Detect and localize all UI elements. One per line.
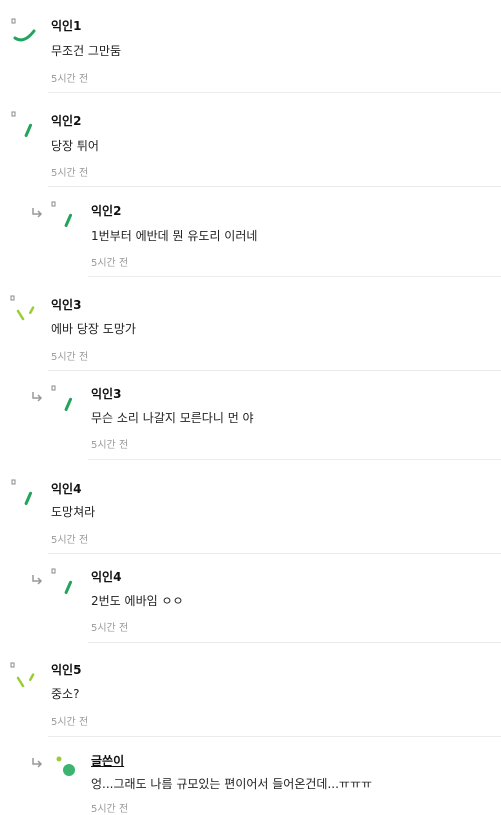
comment-author[interactable]: 익인1 [51,17,81,34]
avatar-icon [50,201,80,235]
comment-text: 중소? [51,687,80,701]
comment-text: 도망쳐라 [51,505,96,519]
comment-author[interactable]: 익인4 [91,568,121,585]
reply-item: 익인2 1번부터 에반데 뭔 유도리 이러네 5시간 전 [0,187,501,277]
comment-item: 익인4 도망쳐라 5시간 전 [0,461,501,554]
reply-arrow-icon [31,387,43,402]
divider [88,642,501,643]
avatar-icon [50,751,80,785]
comment-time: 5시간 전 [51,717,89,728]
comment-time: 5시간 전 [51,168,89,179]
divider [88,459,501,460]
comment-text: 에바 당장 도망가 [51,322,136,336]
comment-text: 당장 튀어 [51,139,99,153]
comment-text: 무슨 소리 나갈지 모른다니 먼 야 [91,411,254,425]
comment-time: 5시간 전 [91,623,129,634]
avatar-icon [8,295,38,329]
comment-author[interactable]: 익인3 [91,385,121,402]
reply-item: 익인4 2번도 에바임 ㅇㅇ 5시간 전 [0,554,501,644]
reply-arrow-icon [31,753,43,768]
avatar-icon [50,385,80,419]
avatar-icon [10,111,40,145]
comment-time: 5시간 전 [91,440,129,451]
comment-author[interactable]: 익인2 [91,202,121,219]
avatar-icon [10,18,40,52]
comment-text: 2번도 에바임 ㅇㅇ [91,594,184,608]
comment-item: 익인5 중소? 5시간 전 [0,644,501,737]
comment-text: 무조건 그만둠 [51,44,122,58]
comment-author[interactable]: 글쓴이 [91,752,124,769]
comment-item: 익인3 에바 당장 도망가 5시간 전 [0,277,501,371]
comment-text: 1번부터 에반데 뭔 유도리 이러네 [91,229,258,243]
comment-item: 익인1 무조건 그만둠 5시간 전 [0,0,501,93]
reply-item: 익인3 무슨 소리 나갈지 모른다니 먼 야 5시간 전 [0,371,501,461]
comment-author[interactable]: 익인3 [51,296,81,313]
comment-time: 5시간 전 [51,352,89,363]
comment-time: 5시간 전 [91,258,129,269]
reply-arrow-icon [31,203,43,218]
comment-author[interactable]: 익인2 [51,112,81,129]
comment-time: 5시간 전 [51,535,89,546]
reply-arrow-icon [31,570,43,585]
avatar-icon [8,662,38,696]
avatar-icon [50,568,80,602]
comment-item: 익인2 당장 튀어 5시간 전 [0,93,501,187]
avatar-icon [10,479,40,513]
comment-time: 5시간 전 [51,74,89,85]
reply-item: 글쓴이 엉...그래도 나름 규모있는 편이어서 들어온건데...ㅠㅠㅠ 5시간… [0,737,501,815]
comment-text: 엉...그래도 나름 규모있는 편이어서 들어온건데...ㅠㅠㅠ [91,777,373,791]
comment-author[interactable]: 익인4 [51,480,81,497]
comment-time: 5시간 전 [91,804,129,815]
comment-author[interactable]: 익인5 [51,661,81,678]
